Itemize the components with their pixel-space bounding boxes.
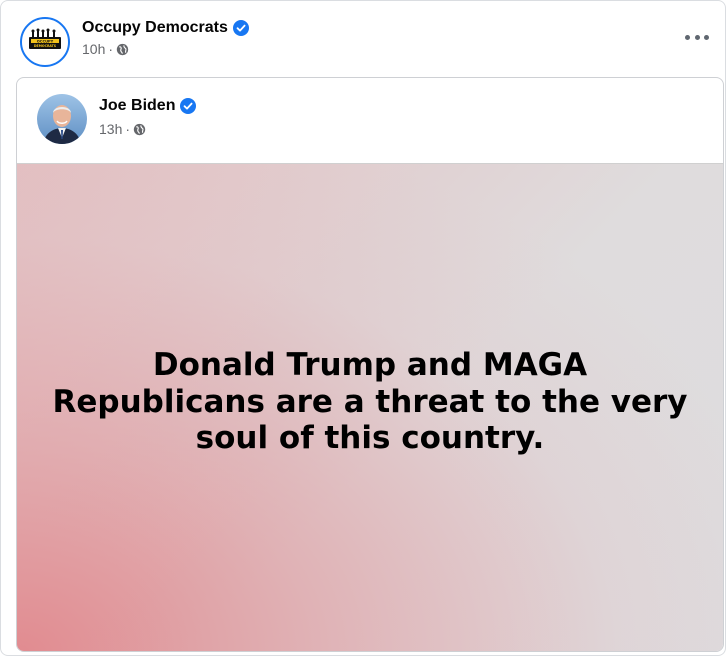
more-options-button[interactable] <box>685 29 709 45</box>
more-horizontal-icon <box>685 34 690 40</box>
svg-text:DEMOCRATS: DEMOCRATS <box>34 44 57 48</box>
meta-separator: · <box>108 41 114 57</box>
globe-icon[interactable] <box>133 123 146 136</box>
verified-badge-icon <box>180 98 197 114</box>
facebook-post: OCCUPY DEMOCRATS Occupy Democrats 10h · <box>0 0 726 656</box>
shared-author-avatar[interactable] <box>37 94 87 144</box>
text-post-background[interactable]: Donald Trump and MAGA Republicans are a … <box>17 163 723 651</box>
svg-text:OCCUPY: OCCUPY <box>37 40 54 44</box>
verified-badge-icon <box>232 20 249 36</box>
shared-post-meta: 13h · <box>99 121 196 137</box>
author-row: Occupy Democrats <box>82 19 249 37</box>
shared-author-row: Joe Biden <box>99 97 197 115</box>
post-quote-text: Donald Trump and MAGA Republicans are a … <box>52 347 688 457</box>
post-timestamp[interactable]: 10h <box>82 41 105 57</box>
post-header: OCCUPY DEMOCRATS Occupy Democrats 10h · <box>20 17 249 67</box>
meta-separator: · <box>125 121 131 137</box>
globe-icon[interactable] <box>116 43 129 56</box>
occupy-democrats-logo: OCCUPY DEMOCRATS <box>25 22 65 62</box>
shared-post-header: Joe Biden 13h · <box>37 94 197 144</box>
shared-post-timestamp[interactable]: 13h <box>99 121 122 137</box>
author-name[interactable]: Occupy Democrats <box>82 19 228 37</box>
post-meta: 10h · <box>82 41 249 57</box>
shared-author-name[interactable]: Joe Biden <box>99 97 175 115</box>
page-avatar[interactable]: OCCUPY DEMOCRATS <box>20 17 70 67</box>
shared-post[interactable]: Joe Biden 13h · Donald Trump and MAGA Re… <box>16 77 724 652</box>
